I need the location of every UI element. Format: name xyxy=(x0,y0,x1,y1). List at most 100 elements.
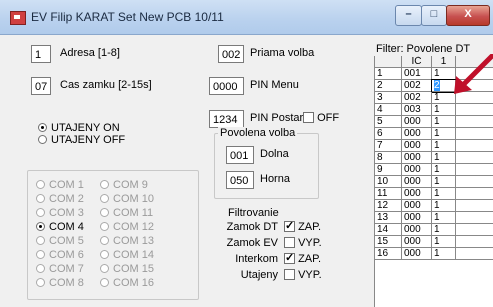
table-cell[interactable] xyxy=(456,116,493,128)
table-cell[interactable]: 000 xyxy=(402,200,432,212)
table-row[interactable]: 13 000 1 xyxy=(375,212,493,224)
table-cell[interactable]: 1 xyxy=(432,188,456,200)
table-cell[interactable]: 000 xyxy=(402,152,432,164)
table-cell[interactable] xyxy=(456,164,493,176)
com-radio-com4[interactable]: COM 4 xyxy=(36,221,84,233)
table-cell[interactable]: 1 xyxy=(432,212,456,224)
table-cell[interactable]: 10 xyxy=(375,176,402,188)
table-cell[interactable]: 2 xyxy=(375,80,402,92)
pin-postar-off-checkbox[interactable]: OFF xyxy=(303,112,339,124)
table-cell[interactable] xyxy=(456,200,493,212)
table-cell[interactable] xyxy=(456,176,493,188)
table-cell[interactable]: 1 xyxy=(432,128,456,140)
table-cell[interactable]: 1 xyxy=(432,176,456,188)
com-radio-com10[interactable]: COM 10 xyxy=(100,193,154,205)
pin-menu-input[interactable]: 0000 xyxy=(209,77,244,95)
table-cell[interactable]: 000 xyxy=(402,224,432,236)
com-radio-com8[interactable]: COM 8 xyxy=(36,277,84,289)
table-cell[interactable]: 8 xyxy=(375,152,402,164)
table-cell[interactable] xyxy=(456,140,493,152)
cas-input[interactable]: 07 xyxy=(31,77,51,95)
com-radio-com15[interactable]: COM 15 xyxy=(100,263,154,275)
table-cell[interactable]: 000 xyxy=(402,188,432,200)
table-cell[interactable]: 4 xyxy=(375,104,402,116)
table-row[interactable]: 11 000 1 xyxy=(375,188,493,200)
dolna-input[interactable]: 001 xyxy=(226,146,254,164)
table-row[interactable]: 5 000 1 xyxy=(375,116,493,128)
filter-checkbox[interactable]: VYP. xyxy=(284,269,322,281)
com-radio-com2[interactable]: COM 2 xyxy=(36,193,84,205)
table-cell[interactable]: 6 xyxy=(375,128,402,140)
table-row[interactable]: 9 000 1 xyxy=(375,164,493,176)
table-cell[interactable]: 1 xyxy=(432,116,456,128)
maximize-button[interactable]: □ xyxy=(421,5,447,26)
utajeny-on-radio[interactable]: UTAJENY ON xyxy=(38,122,120,134)
adresa-input[interactable]: 1 xyxy=(31,45,51,63)
horna-input[interactable]: 050 xyxy=(226,171,254,189)
minimize-button[interactable]: – xyxy=(395,5,422,26)
table-cell[interactable]: 13 xyxy=(375,212,402,224)
table-cell[interactable]: 000 xyxy=(402,212,432,224)
table-cell[interactable]: 002 xyxy=(402,92,432,104)
table-cell[interactable]: 1 xyxy=(432,224,456,236)
table-cell[interactable]: 000 xyxy=(402,176,432,188)
table-row[interactable]: 8 000 1 xyxy=(375,152,493,164)
table-cell[interactable]: 000 xyxy=(402,236,432,248)
table-row[interactable]: 15 000 1 xyxy=(375,236,493,248)
table-cell[interactable]: 9 xyxy=(375,164,402,176)
table-cell[interactable]: 7 xyxy=(375,140,402,152)
close-button[interactable]: X xyxy=(446,5,490,26)
table-cell[interactable]: 000 xyxy=(402,116,432,128)
utajeny-off-radio[interactable]: UTAJENY OFF xyxy=(38,134,125,146)
com-radio-com14[interactable]: COM 14 xyxy=(100,249,154,261)
table-cell[interactable]: 11 xyxy=(375,188,402,200)
table-row[interactable]: 12 000 1 xyxy=(375,200,493,212)
table-row[interactable]: 10 000 1 xyxy=(375,176,493,188)
table-cell[interactable]: 3 xyxy=(375,92,402,104)
table-cell[interactable]: 000 xyxy=(402,140,432,152)
table-cell[interactable] xyxy=(456,212,493,224)
table-cell[interactable]: 5 xyxy=(375,116,402,128)
com-radio-com6[interactable]: COM 6 xyxy=(36,249,84,261)
com-radio-com7[interactable]: COM 7 xyxy=(36,263,84,275)
com-radio-com16[interactable]: COM 16 xyxy=(100,277,154,289)
table-cell[interactable] xyxy=(456,152,493,164)
table-cell[interactable]: 000 xyxy=(402,248,432,260)
filter-checkbox[interactable]: ZAP. xyxy=(284,219,321,233)
table-row[interactable]: 14 000 1 xyxy=(375,224,493,236)
table-cell[interactable]: 1 xyxy=(432,200,456,212)
table-cell[interactable]: 000 xyxy=(402,128,432,140)
com-radio-com3[interactable]: COM 3 xyxy=(36,207,84,219)
table-cell[interactable]: 16 xyxy=(375,248,402,260)
table-cell[interactable] xyxy=(456,128,493,140)
com-radio-com5[interactable]: COM 5 xyxy=(36,235,84,247)
table-cell[interactable] xyxy=(456,104,493,116)
table-cell[interactable]: 000 xyxy=(402,164,432,176)
table-cell[interactable]: 001 xyxy=(402,68,432,80)
priama-input[interactable]: 002 xyxy=(218,45,244,63)
table-cell[interactable]: 12 xyxy=(375,200,402,212)
table-cell[interactable]: 1 xyxy=(432,140,456,152)
table-cell[interactable] xyxy=(456,224,493,236)
table-row[interactable]: 16 000 1 xyxy=(375,248,493,260)
table-cell[interactable]: 1 xyxy=(432,152,456,164)
com-radio-com11[interactable]: COM 11 xyxy=(100,207,153,219)
pin-postar-input[interactable]: 1234 xyxy=(209,110,244,128)
table-cell[interactable]: 14 xyxy=(375,224,402,236)
com-radio-com1[interactable]: COM 1 xyxy=(36,179,84,191)
table-cell[interactable] xyxy=(456,236,493,248)
table-cell[interactable]: 003 xyxy=(402,104,432,116)
table-cell[interactable]: 1 xyxy=(432,164,456,176)
table-cell[interactable]: 15 xyxy=(375,236,402,248)
table-cell[interactable] xyxy=(456,248,493,260)
table-row[interactable]: 4 003 1 xyxy=(375,104,493,116)
com-radio-com9[interactable]: COM 9 xyxy=(100,179,148,191)
table-cell[interactable]: 1 xyxy=(432,236,456,248)
table-cell[interactable] xyxy=(456,188,493,200)
table-cell[interactable]: 1 xyxy=(375,68,402,80)
table-cell[interactable]: 1 xyxy=(432,248,456,260)
filter-checkbox[interactable]: ZAP. xyxy=(284,251,321,265)
filter-checkbox[interactable]: VYP. xyxy=(284,237,322,249)
com-radio-com13[interactable]: COM 13 xyxy=(100,235,154,247)
com-radio-com12[interactable]: COM 12 xyxy=(100,221,154,233)
